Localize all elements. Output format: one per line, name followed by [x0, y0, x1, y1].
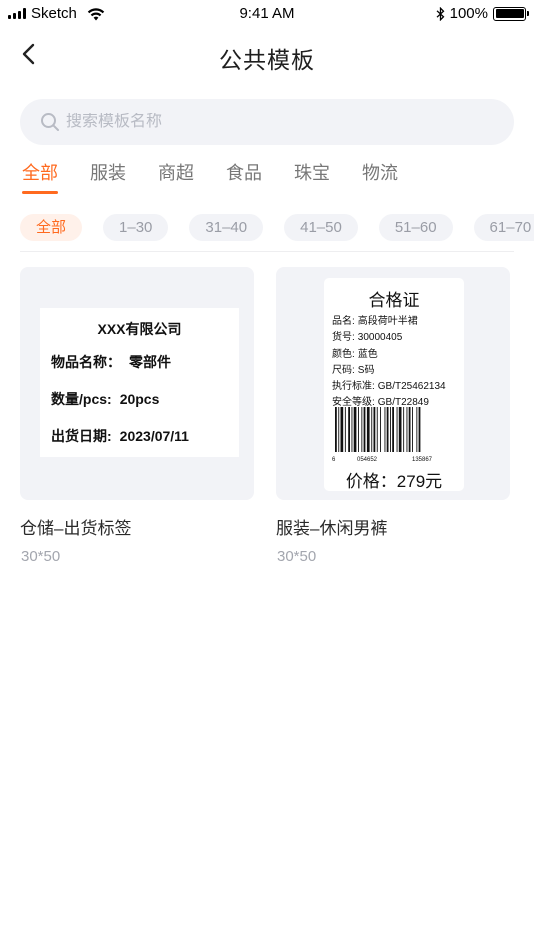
search-input[interactable] [66, 113, 466, 131]
preview-row: 出货日期: 2023/07/11 [51, 426, 189, 446]
tab-jewelry[interactable]: 珠宝 [294, 160, 330, 196]
preview-key: 物品名称： [51, 354, 121, 370]
preview-value: 20pcs [119, 391, 160, 407]
preview-value: 2023/07/11 [119, 428, 189, 444]
preview-value: GB/T25462134 [377, 381, 446, 392]
template-preview: XXX有限公司 物品名称： 零部件 数量/pcs: 20pcs 出货日期: 2023/… [40, 308, 239, 457]
search-icon [41, 113, 59, 131]
preview-key: 货号: [332, 332, 355, 343]
template-name[interactable]: 仓储–出货标签 [20, 514, 131, 539]
preview-row: 执行标准: GB/T25462134 [332, 377, 446, 392]
preview-row: 颜色: 蓝色 [332, 345, 378, 360]
preview-key: 数量/pcs: [51, 391, 112, 407]
preview-row: 数量/pcs: 20pcs [51, 389, 159, 409]
nav-bar: 公共模板 [0, 30, 534, 80]
battery-icon [493, 6, 529, 21]
preview-value: 零部件 [129, 354, 171, 370]
size-chip-31-40[interactable]: 31–40 [189, 214, 264, 241]
preview-value: 蓝色 [357, 349, 378, 360]
preview-heading: XXX有限公司 [97, 321, 182, 337]
template-card-apparel[interactable]: 合格证 品名: 高段荷叶半裙 货号: 30000405 颜色: 蓝色 尺码: S码 执行… [276, 267, 510, 500]
size-chip-all[interactable]: 全部 [20, 214, 83, 241]
barcode-digit: 6 [332, 457, 336, 463]
tab-all[interactable]: 全部 [22, 160, 58, 196]
divider [20, 251, 514, 252]
preview-key: 颜色: [332, 349, 355, 360]
preview-key: 出货日期: [51, 428, 112, 444]
barcode-digit: 054652 [357, 457, 378, 463]
tab-logistics[interactable]: 物流 [362, 160, 398, 196]
size-chip-61-70[interactable]: 61–70 [473, 214, 534, 241]
size-chip-41-50[interactable]: 41–50 [284, 214, 358, 241]
tab-food[interactable]: 食品 [226, 160, 262, 196]
preview-key: 执行标准: [332, 381, 375, 392]
preview-value: S码 [357, 365, 375, 376]
tab-apparel[interactable]: 服装 [90, 160, 126, 196]
preview-heading: 合格证 [368, 291, 420, 310]
preview-value: 30000405 [357, 332, 403, 343]
preview-price: 价格：279元 [345, 472, 443, 491]
search-bar[interactable] [20, 99, 514, 145]
preview-row: 尺码: S码 [332, 361, 374, 376]
tab-supermarket[interactable]: 商超 [158, 160, 194, 196]
battery-percent: 100% [449, 5, 488, 22]
status-bar: Sketch 9:41 AM 100% [0, 0, 534, 28]
template-size: 30*50 [277, 548, 317, 565]
barcode-digit: 135867 [412, 457, 433, 463]
preview-row: 安全等级: GB/T22849 [332, 393, 429, 408]
preview-key: 品名: [332, 316, 355, 327]
preview-row: 品名: 高段荷叶半裙 [332, 312, 418, 327]
template-card-warehouse[interactable]: XXX有限公司 物品名称： 零部件 数量/pcs: 20pcs 出货日期: 2023/… [20, 267, 254, 500]
template-preview: 合格证 品名: 高段荷叶半裙 货号: 30000405 颜色: 蓝色 尺码: S码 执行… [324, 278, 464, 491]
preview-row: 物品名称： 零部件 [51, 352, 171, 372]
bluetooth-icon [436, 6, 445, 21]
size-chip-51-60[interactable]: 51–60 [378, 214, 453, 241]
preview-row: 货号: 30000405 [332, 328, 402, 343]
size-filter-chips: 全部 1–30 31–40 41–50 51–60 61–70 [20, 214, 534, 242]
template-name[interactable]: 服装–休闲男裤 [276, 514, 387, 539]
preview-key: 尺码: [332, 365, 355, 376]
barcode-image [335, 407, 421, 452]
preview-value: 高段荷叶半裙 [357, 316, 418, 327]
size-chip-1-30[interactable]: 1–30 [103, 214, 169, 241]
template-size: 30*50 [21, 548, 61, 565]
category-tabs: 全部 服装 商超 食品 珠宝 物流 [22, 160, 430, 196]
page-title: 公共模板 [219, 47, 315, 73]
